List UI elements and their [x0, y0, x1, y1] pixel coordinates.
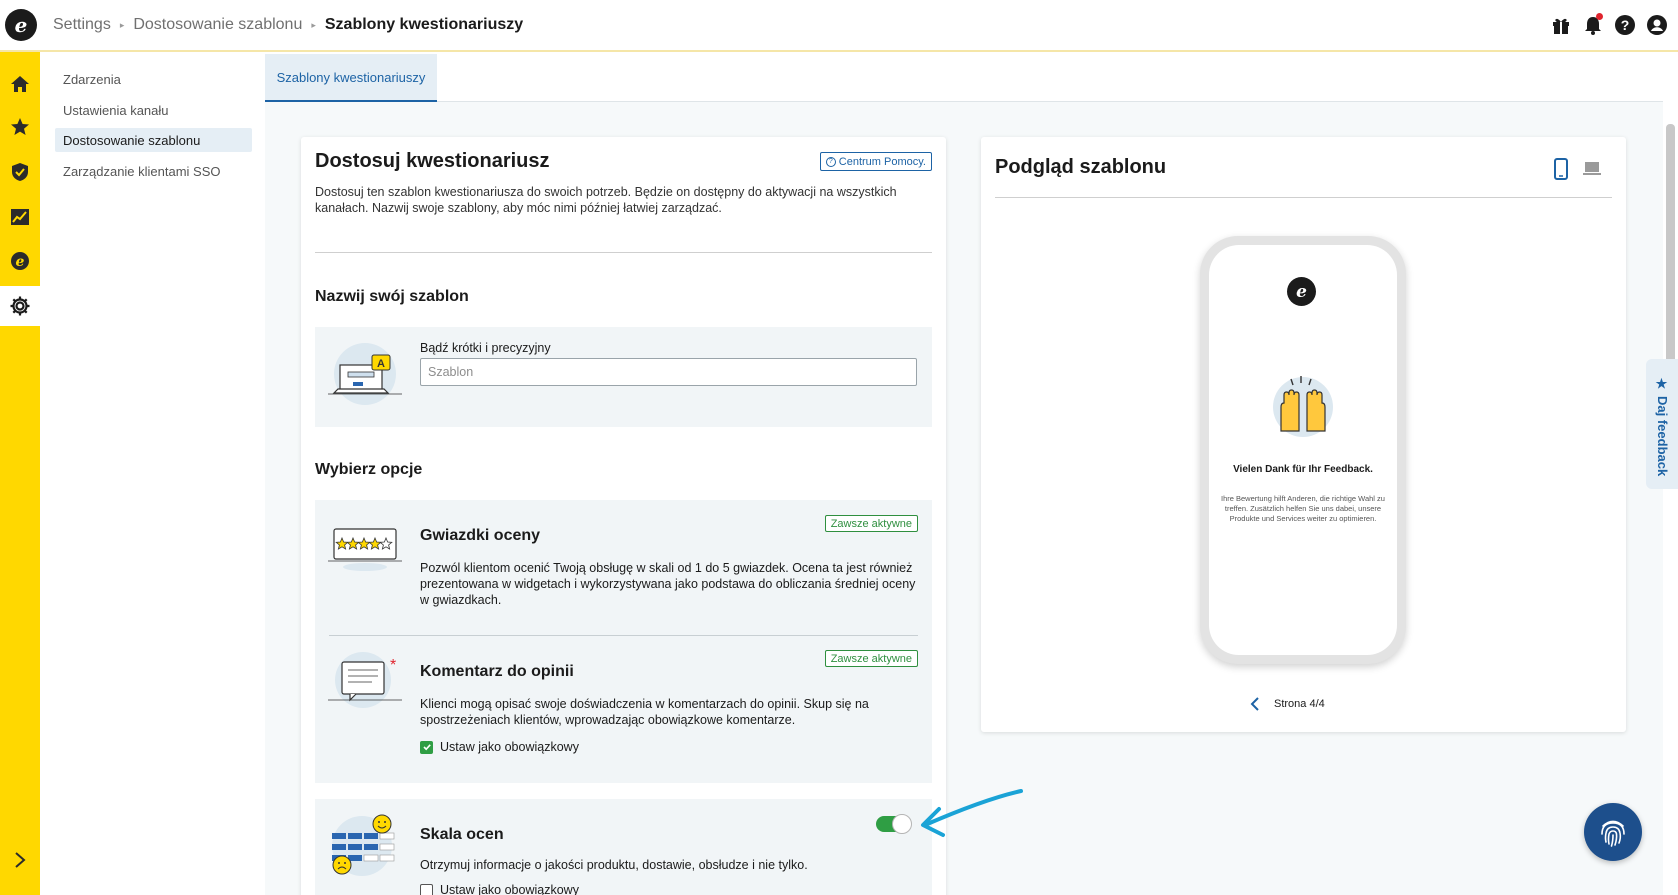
tab-strip: Szablony kwestionariuszy	[265, 52, 1663, 102]
mandatory-comment-checkbox[interactable]	[420, 740, 433, 754]
mandatory-scale-checkbox[interactable]	[420, 883, 433, 895]
help-circle-icon: ?	[825, 156, 836, 167]
chevron-left-icon[interactable]	[1250, 697, 1260, 711]
mandatory-comment-label: Ustaw jako obowiązkowy	[440, 740, 579, 754]
home-icon[interactable]	[0, 64, 40, 104]
breadcrumb-settings[interactable]: Settings	[53, 16, 111, 34]
template-name-label: Bądź krótki i precyzyjny	[420, 341, 551, 355]
option-title-review-comment: Komentarz do opinii	[420, 663, 574, 680]
annotation-arrow	[921, 789, 1023, 837]
star-icon[interactable]	[0, 107, 40, 147]
options-section-title: Wybierz opcje	[315, 461, 423, 478]
phone-screen: e Vielen Dank für Ihr Feedback. Ihre Bew…	[1209, 245, 1397, 655]
preview-title: Podgląd szablonu	[995, 156, 1167, 178]
chart-icon[interactable]	[0, 197, 40, 237]
main-nav-rail: e	[0, 52, 40, 895]
trustedshops-logo[interactable]: e	[5, 9, 37, 41]
rating-scale-illustration	[332, 814, 395, 876]
help-center-link[interactable]: ? Centrum Pomocy.	[819, 152, 932, 171]
shield-icon[interactable]	[0, 152, 40, 192]
breadcrumb-separator-icon: ▸	[119, 19, 125, 30]
top-bar: e Settings ▸ Dostosowanie szablonu ▸ Sza…	[0, 0, 1678, 52]
bell-icon[interactable]	[1582, 13, 1604, 36]
rating-scale-panel: Skala ocen Otrzymuj informacje o jakości…	[315, 799, 932, 895]
breadcrumb: Settings ▸ Dostosowanie szablonu ▸ Szabl…	[53, 16, 523, 34]
notification-dot	[1596, 13, 1603, 20]
name-panel: A Bądź krótki i precyzyjny	[315, 327, 932, 427]
account-icon[interactable]	[1646, 14, 1668, 36]
raised-hands-icon	[1273, 376, 1333, 437]
tab-questionnaire-templates[interactable]: Szablony kwestionariuszy	[265, 54, 437, 102]
mandatory-scale-checkbox-row[interactable]: Ustaw jako obowiązkowy	[420, 883, 579, 895]
subnav-item-channel-settings[interactable]: Ustawienia kanału	[55, 98, 252, 122]
divider	[315, 252, 932, 253]
always-active-badge: Zawsze aktywne	[824, 515, 918, 532]
svg-text:e: e	[16, 254, 25, 270]
option-divider	[329, 635, 918, 636]
option-description-rating-scale: Otrzymuj informacje o jakości produktu, …	[420, 858, 808, 872]
subnav-item-template-customization[interactable]: Dostosowanie szablonu	[55, 128, 252, 152]
comment-illustration: *	[328, 652, 402, 708]
template-preview-card: Podgląd szablonu e Vielen Dank für Ihr F…	[981, 137, 1626, 732]
preview-pager: Strona 4/4	[1250, 697, 1325, 711]
breadcrumb-template-customization[interactable]: Dostosowanie szablonu	[133, 16, 302, 34]
customize-questionnaire-card: Dostosuj kwestionariusz ? Centrum Pomocy…	[301, 137, 946, 895]
star-rating-illustration	[328, 528, 402, 571]
subnav-item-events[interactable]: Zdarzenia	[55, 67, 252, 91]
always-active-badge: Zawsze aktywne	[824, 650, 918, 667]
chevron-right-icon[interactable]	[0, 840, 40, 880]
thank-you-title: Vielen Dank für Ihr Feedback.	[1233, 464, 1373, 475]
card-description: Dostosuj ten szablon kwestionariusza do …	[315, 185, 897, 215]
help-icon[interactable]: ?	[1614, 14, 1636, 36]
card-title: Dostosuj kwestionariusz	[315, 150, 550, 172]
thank-you-text: Ihre Bewertung hilft Anderen, die richti…	[1221, 494, 1385, 523]
mandatory-scale-label: Ustaw jako obowiązkowy	[440, 883, 579, 895]
feedback-label: Daj feedback	[1655, 396, 1670, 477]
laptop-icon[interactable]	[1582, 161, 1602, 177]
gear-icon[interactable]	[0, 286, 40, 326]
page-indicator: Strona 4/4	[1274, 698, 1325, 710]
e-icon[interactable]: e	[0, 241, 40, 281]
settings-subnav: Zdarzenia Ustawienia kanału Dostosowanie…	[40, 52, 265, 895]
phone-mockup: e Vielen Dank für Ihr Feedback. Ihre Bew…	[1200, 236, 1406, 664]
phone-icon[interactable]	[1553, 158, 1569, 180]
feedback-tab[interactable]: ★ Daj feedback	[1646, 359, 1678, 489]
help-center-label: Centrum Pomocy.	[838, 155, 926, 168]
laptop-illustration: A	[328, 343, 402, 405]
fingerprint-button[interactable]	[1584, 803, 1642, 861]
breadcrumb-current: Szablony kwestionariuszy	[324, 16, 524, 33]
svg-text:?: ?	[1621, 17, 1630, 33]
fingerprint-icon	[1601, 820, 1625, 847]
option-title-star-rating: Gwiazdki oceny	[420, 527, 541, 544]
option-description-star-rating: Pozwól klientom ocenić Twoją obsługę w s…	[420, 561, 916, 607]
option-description-review-comment: Klienci mogą opisać swoje doświadczenia …	[420, 697, 869, 727]
svg-text:A: A	[377, 358, 385, 370]
preview-divider	[995, 197, 1612, 198]
always-active-options-panel: Zawsze aktywne Gwiazdki oceny Pozwól kli…	[315, 500, 932, 783]
mandatory-comment-checkbox-row[interactable]: Ustaw jako obowiązkowy	[420, 740, 579, 754]
star-icon: ★	[1655, 377, 1670, 392]
subnav-item-sso-management[interactable]: Zarządzanie klientami SSO	[55, 159, 252, 183]
rating-scale-toggle[interactable]	[876, 814, 912, 834]
svg-text:*: *	[390, 657, 396, 674]
name-section-title: Nazwij swój szablon	[315, 288, 469, 305]
template-name-input[interactable]	[420, 358, 917, 386]
breadcrumb-separator-icon: ▸	[311, 19, 316, 30]
option-title-rating-scale: Skala ocen	[420, 826, 504, 843]
trustedshops-logo: e	[1287, 277, 1316, 306]
gift-icon[interactable]	[1550, 14, 1572, 36]
toggle-knob	[892, 814, 912, 834]
